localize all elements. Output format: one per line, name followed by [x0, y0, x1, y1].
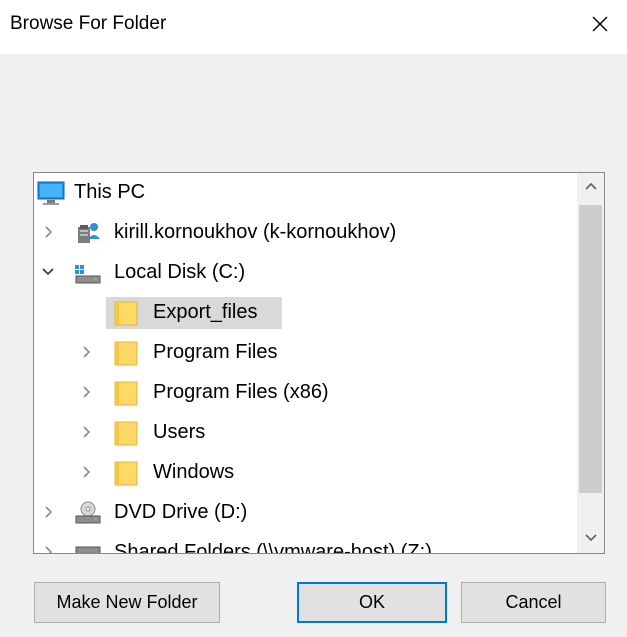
tree-item-shared-folders[interactable]: Shared Folders (\\vmware-host) (Z:) — [34, 533, 577, 553]
tree-item-label: Program Files (x86) — [153, 381, 329, 403]
tree-item-user-folder[interactable]: kirill.kornoukhov (k-kornoukhov) — [34, 213, 577, 253]
close-icon — [592, 16, 608, 32]
folder-tree-viewport: This PC kirill.kornoukhov (k-kornoukhov) — [34, 173, 577, 553]
network-drive-icon — [75, 546, 101, 553]
chevron-right-icon[interactable] — [80, 345, 94, 359]
cancel-button[interactable]: Cancel — [461, 582, 606, 623]
tree-item-local-disk[interactable]: Local Disk (C:) — [34, 253, 577, 293]
tree-item-export-files[interactable]: Export_files — [34, 293, 577, 333]
tree-item-this-pc[interactable]: This PC — [34, 173, 577, 213]
chevron-up-icon — [584, 182, 597, 190]
tree-item-label: DVD Drive (D:) — [114, 501, 248, 523]
dialog-title: Browse For Folder — [10, 13, 167, 34]
tree-item-windows[interactable]: Windows — [34, 453, 577, 493]
close-button[interactable] — [580, 6, 620, 42]
make-new-folder-button[interactable]: Make New Folder — [34, 582, 220, 623]
monitor-icon — [37, 181, 65, 205]
vertical-scrollbar[interactable] — [577, 173, 604, 553]
chevron-right-icon[interactable] — [80, 465, 94, 479]
instruction-area — [34, 70, 604, 150]
ok-button[interactable]: OK — [297, 582, 447, 623]
scroll-down-button[interactable] — [577, 525, 604, 551]
tree-item-label: kirill.kornoukhov (k-kornoukhov) — [114, 221, 397, 243]
tree-item-label: Export_files — [153, 301, 258, 323]
tree-item-label: This PC — [74, 181, 146, 203]
chevron-right-icon[interactable] — [42, 505, 56, 519]
scrollbar-thumb[interactable] — [579, 205, 602, 493]
folder-icon — [114, 301, 138, 326]
user-folder-icon — [78, 223, 100, 243]
tree-item-users[interactable]: Users — [34, 413, 577, 453]
title-bar: Browse For Folder — [0, 0, 627, 54]
folder-tree[interactable]: This PC kirill.kornoukhov (k-kornoukhov) — [33, 172, 605, 554]
tree-item-dvd-drive[interactable]: DVD Drive (D:) — [34, 493, 577, 533]
tree-item-label: Shared Folders (\\vmware-host) (Z:) — [114, 541, 432, 553]
chevron-down-icon — [584, 534, 597, 542]
folder-icon — [114, 341, 138, 366]
tree-item-label: Users — [153, 421, 206, 443]
tree-item-label: Local Disk (C:) — [114, 261, 246, 283]
tree-item-program-files-x86[interactable]: Program Files (x86) — [34, 373, 577, 413]
folder-icon — [114, 421, 138, 446]
dvd-drive-icon — [75, 501, 101, 524]
chevron-down-icon[interactable] — [41, 265, 55, 279]
folder-icon — [114, 461, 138, 486]
tree-item-program-files[interactable]: Program Files — [34, 333, 577, 373]
chevron-right-icon[interactable] — [80, 425, 94, 439]
chevron-right-icon[interactable] — [42, 545, 56, 553]
scroll-up-button[interactable] — [577, 173, 604, 199]
chevron-right-icon[interactable] — [42, 225, 56, 239]
tree-item-label: Windows — [153, 461, 235, 483]
folder-icon — [114, 381, 138, 406]
chevron-right-icon[interactable] — [80, 385, 94, 399]
tree-item-label: Program Files — [153, 341, 278, 363]
drive-icon — [75, 265, 101, 284]
